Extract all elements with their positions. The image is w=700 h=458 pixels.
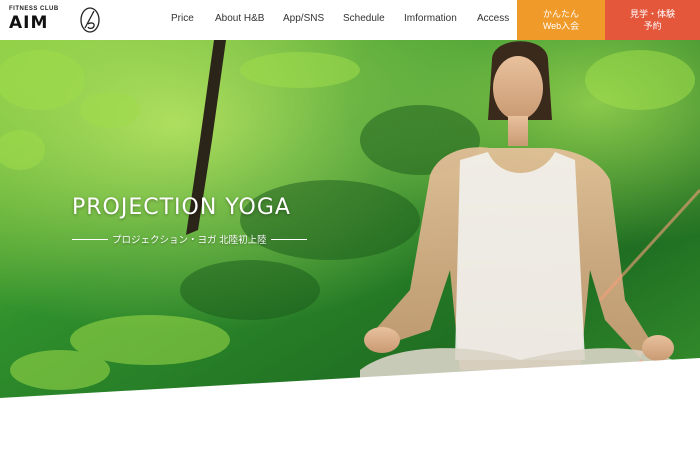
site-header: FITNESS CLUB AIM Price About H&B App/SNS… (0, 0, 700, 40)
nav-price[interactable]: Price (171, 13, 194, 24)
hero-image (0, 40, 700, 458)
hero-subtitle-group: プロジェクション・ヨガ 北陸初上陸 (72, 232, 307, 246)
trial-line2: 予約 (643, 21, 662, 31)
site-logo[interactable]: FITNESS CLUB AIM (9, 6, 101, 36)
logo-tagline: FITNESS CLUB (9, 6, 59, 12)
trial-line1: 見学・体験 (629, 9, 675, 19)
nav-access[interactable]: Access (477, 13, 509, 24)
logo-monogram-icon (80, 7, 100, 33)
subtitle-right-rule (270, 238, 307, 240)
nav-app-sns[interactable]: App/SNS (283, 13, 324, 24)
hero-title: PROJECTION YOGA (72, 195, 291, 220)
trial-reservation-button[interactable]: 見学・体験 予約 (605, 0, 700, 40)
nav-about[interactable]: About H&B (215, 13, 264, 24)
web-join-line1: かんたん (542, 9, 579, 19)
web-join-button[interactable]: かんたん Web入会 (517, 0, 605, 40)
logo-wordmark: AIM (9, 13, 49, 33)
web-join-line2: Web入会 (542, 21, 580, 31)
nav-schedule[interactable]: Schedule (343, 13, 385, 24)
hero-subtitle: プロジェクション・ヨガ 北陸初上陸 (112, 235, 267, 246)
subtitle-left-rule (72, 238, 108, 240)
hero-section: PROJECTION YOGA プロジェクション・ヨガ 北陸初上陸 (0, 40, 700, 458)
nav-information[interactable]: Imformation (404, 13, 457, 24)
